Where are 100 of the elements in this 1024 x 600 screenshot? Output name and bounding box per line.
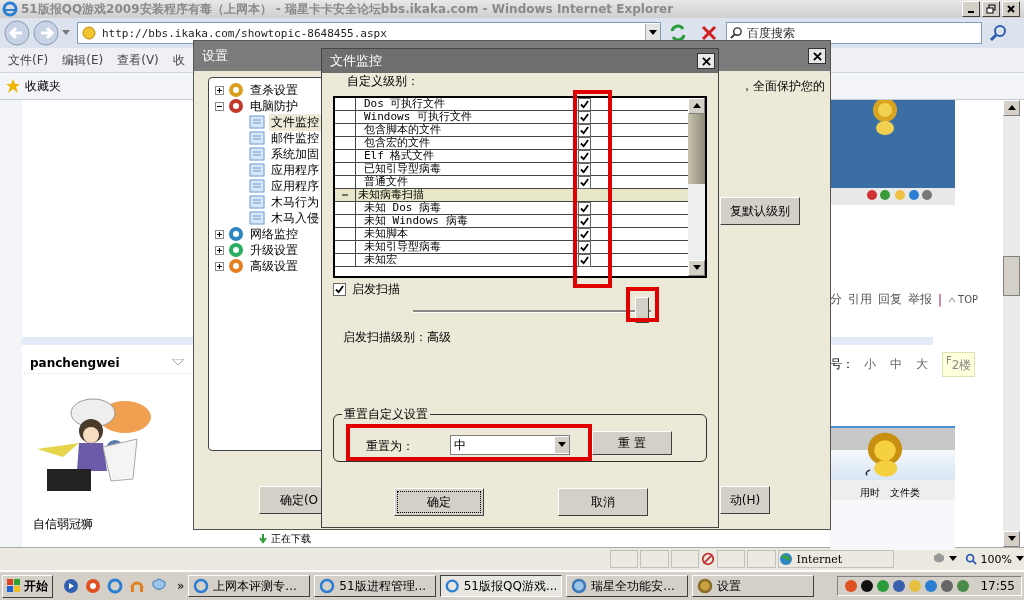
checkbox[interactable] — [578, 98, 591, 111]
tree-item[interactable]: 应用程序 — [269, 177, 321, 195]
dialog-title: 设置 — [202, 47, 228, 65]
dialog-title: 文件监控 — [330, 52, 382, 70]
post-action-link[interactable]: 分 — [830, 291, 842, 308]
tree-item[interactable]: 邮件监控 — [269, 129, 321, 147]
media-player-icon[interactable] — [63, 578, 79, 594]
column-header: 用时 — [860, 486, 880, 500]
dropdown-arrow-icon[interactable] — [62, 30, 70, 36]
user-name[interactable]: panchengwei — [30, 355, 120, 370]
star-icon[interactable] — [5, 78, 21, 94]
post-action-link[interactable]: 举报 — [908, 291, 932, 308]
tree-item[interactable]: 应用程序 — [269, 161, 321, 179]
document-icon — [249, 130, 265, 146]
zoom-button[interactable]: 100% — [964, 552, 1024, 566]
expand-icon[interactable] — [215, 229, 224, 239]
post-action-link[interactable]: 引用 — [848, 291, 872, 308]
file-type-name: 未知引导型病毒 — [363, 241, 442, 253]
security-zone: Internet — [777, 550, 894, 568]
font-size-link[interactable]: 小 — [864, 356, 876, 373]
taskbar-button[interactable]: 设置 — [692, 575, 815, 597]
expand-icon[interactable] — [215, 245, 224, 255]
taskbar-button[interactable]: 51版报QQ游戏... — [440, 575, 563, 597]
back-button[interactable] — [4, 20, 30, 46]
cancel-button[interactable]: 取消 — [558, 488, 648, 516]
scrollbar[interactable] — [1003, 100, 1020, 547]
file-type-name: 未知 Windows 病毒 — [363, 215, 469, 227]
scrollbar[interactable] — [688, 98, 705, 276]
browser-logo-icon — [2, 1, 18, 17]
search-icon[interactable] — [989, 23, 1009, 43]
tree-item[interactable]: 文件监控 — [269, 113, 321, 131]
document-icon — [249, 210, 265, 226]
file-type-name: 未知脚本 — [363, 228, 409, 240]
collapse-icon[interactable] — [215, 101, 224, 111]
close-button[interactable] — [697, 53, 715, 69]
arrow-down-icon[interactable] — [692, 265, 701, 271]
download-arrow-icon — [258, 534, 268, 544]
favorites-button[interactable]: 收藏夹 — [25, 77, 61, 95]
menu-item[interactable]: 查看(V) — [117, 51, 159, 69]
highlight-frame — [626, 287, 659, 322]
menu-item[interactable]: 编辑(E) — [62, 51, 104, 69]
close-icon — [1006, 4, 1016, 14]
document-icon — [249, 194, 265, 210]
arrow-up-icon[interactable] — [1007, 105, 1016, 111]
close-icon — [812, 51, 822, 61]
window-title: 51版报QQ游戏2009安装程序有毒（上网本） - 瑞星卡卡安全论坛bbs.ikaka.com - Windows Internet Explorer — [21, 0, 674, 18]
user-title: 自信弱冠狮 — [33, 516, 93, 533]
ok-button[interactable]: 确定 — [394, 488, 484, 516]
close-icon — [701, 56, 711, 66]
caret-icon — [1016, 556, 1024, 562]
close-button[interactable] — [808, 48, 826, 64]
checkbox-label[interactable]: 启发扫描 — [352, 281, 400, 298]
zoom-icon — [964, 553, 977, 565]
taskbar-button[interactable]: 51版进程管理... — [314, 575, 437, 597]
menu-item[interactable]: 文件(F) — [8, 51, 49, 69]
scroll-thumb[interactable] — [1003, 256, 1020, 296]
start-button[interactable]: 开始 — [2, 574, 53, 598]
expand-icon[interactable] — [215, 261, 224, 271]
tree-item[interactable]: 木马行为 — [269, 193, 321, 211]
arrow-down-icon[interactable] — [1007, 536, 1016, 542]
tree-item[interactable]: 电脑防护 — [248, 97, 300, 115]
forward-button[interactable] — [33, 20, 59, 46]
taskbar-button[interactable]: 上网本评测专... — [188, 575, 311, 597]
file-type-name: 包含宏的文件 — [363, 137, 431, 149]
restore-icon — [986, 4, 996, 14]
expand-icon[interactable] — [215, 85, 224, 95]
font-size-link[interactable]: 大 — [916, 356, 928, 373]
tray-icon[interactable] — [860, 579, 875, 593]
group-header[interactable]: 未知病毒扫描 — [356, 189, 424, 201]
stop-icon[interactable] — [699, 23, 719, 43]
description-text: ，全面保护您的 — [741, 78, 825, 95]
help-button[interactable]: 动(H) — [720, 486, 770, 514]
restore-button[interactable] — [982, 1, 1000, 17]
menu-item[interactable]: 收 — [172, 51, 185, 69]
tree-item[interactable]: 网络监控 — [248, 225, 300, 243]
taskbar-button[interactable]: 瑞星全功能安... — [566, 575, 689, 597]
file-type-name: 普通文件 — [363, 176, 409, 188]
search-field[interactable]: 百度搜索 — [726, 22, 982, 44]
top-link[interactable]: TOP — [948, 294, 979, 305]
tree-item[interactable]: 升级设置 — [248, 241, 300, 259]
reset-button[interactable]: 重 置 — [592, 431, 672, 455]
floor-badge: $^{F}$2楼 — [942, 352, 976, 377]
file-type-name: Elf 格式文件 — [363, 150, 436, 162]
restore-default-button[interactable]: 复默认级别 — [720, 197, 800, 225]
document-icon — [249, 146, 265, 162]
post-action-link[interactable]: 回复 — [878, 291, 902, 308]
refresh-icon[interactable] — [668, 23, 688, 43]
level-dropdown[interactable]: 中 — [450, 435, 570, 455]
tree-item[interactable]: 查杀设置 — [248, 81, 300, 99]
arrow-up-icon[interactable] — [692, 103, 701, 109]
column-header: 文件类 — [890, 486, 920, 500]
separator: | — [938, 292, 943, 307]
level-text: 启发扫描级别：高级 — [343, 329, 452, 346]
more-button[interactable]: » — [177, 579, 185, 593]
minimize-button[interactable] — [962, 1, 980, 17]
font-size-link[interactable]: 中 — [890, 356, 902, 373]
tree-item[interactable]: 木马入侵 — [269, 209, 321, 227]
tree-item[interactable]: 系统加固 — [269, 145, 321, 163]
checkbox[interactable] — [333, 283, 346, 296]
tree-item[interactable]: 高级设置 — [248, 257, 300, 275]
